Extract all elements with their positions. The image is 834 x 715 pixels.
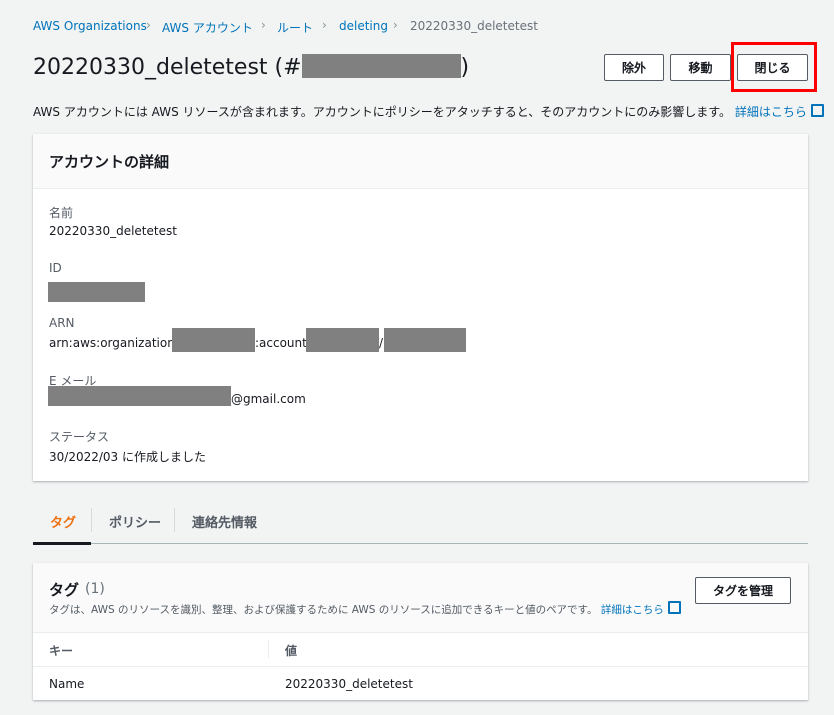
manage-tags-button[interactable]: タグを管理 <box>695 577 791 604</box>
active-tab-indicator <box>33 542 91 545</box>
tags-description: タグは、AWS のリソースを識別、整理、および保護するために AWS のリソース… <box>49 601 681 617</box>
breadcrumb-current: 20220330_deletetest <box>410 19 538 33</box>
redacted-arn-1 <box>172 328 255 352</box>
title-close-paren: ) <box>460 55 470 80</box>
title-text: 20220330_deletetest (# <box>33 55 302 80</box>
exclude-button[interactable]: 除外 <box>604 54 664 81</box>
card-title: アカウントの詳細 <box>49 153 170 171</box>
redacted-arn-3 <box>384 328 466 352</box>
table-header: キー 値 <box>33 633 808 667</box>
tags-learn-more-link[interactable]: 詳細はこちら <box>600 601 681 616</box>
learn-more-label: 詳細はこちら <box>734 105 807 119</box>
name-value: 20220330_deletetest <box>49 224 177 238</box>
move-button[interactable]: 移動 <box>670 54 731 81</box>
highlight-box <box>731 42 817 92</box>
chevron-right-icon: › <box>322 18 327 32</box>
tab-divider <box>174 508 175 532</box>
tags-learn-more-label: 詳細はこちら <box>600 604 664 616</box>
breadcrumb-accounts[interactable]: AWS アカウント <box>162 19 253 36</box>
tags-title: タグ <box>49 581 80 599</box>
redacted-arn-2 <box>306 328 379 352</box>
breadcrumb-organizations[interactable]: AWS Organizations <box>33 19 147 33</box>
status-value: 30/2022/03 に作成しました <box>49 450 206 464</box>
id-label: ID <box>49 261 62 275</box>
chevron-right-icon: › <box>261 18 266 32</box>
redacted-email <box>48 386 231 406</box>
tags-description-text: タグは、AWS のリソースを識別、整理、および保護するために AWS のリソース… <box>49 604 598 616</box>
status-label: ステータス <box>49 430 110 444</box>
column-value: 値 <box>285 644 298 658</box>
tag-value: 20220330_deletetest <box>285 677 413 691</box>
arn-label: ARN <box>49 316 75 330</box>
tags-card: タグ (1) タグは、AWS のリソースを識別、整理、および保護するために AW… <box>33 563 808 700</box>
breadcrumb-deleting[interactable]: deleting <box>339 19 388 33</box>
table-row: Name 20220330_deletetest <box>33 667 808 700</box>
tab-baseline <box>33 543 808 544</box>
name-label: 名前 <box>49 206 74 220</box>
redacted-id-value <box>48 282 145 302</box>
tags-header: タグ (1) タグは、AWS のリソースを識別、整理、および保護するために AW… <box>33 563 808 633</box>
tab-divider <box>91 508 92 532</box>
arn-prefix: arn:aws:organizations:: <box>49 336 190 350</box>
card-header: アカウントの詳細 <box>33 134 808 189</box>
page-title: 20220330_deletetest (#) <box>33 54 469 80</box>
external-link-icon <box>810 104 824 117</box>
learn-more-link[interactable]: 詳細はこちら <box>734 104 824 119</box>
column-key: キー <box>49 644 74 658</box>
tag-key: Name <box>49 677 85 691</box>
tab-policies[interactable]: ポリシー <box>109 512 161 531</box>
external-link-icon <box>667 601 681 614</box>
chevron-right-icon: › <box>393 18 398 32</box>
chevron-right-icon: › <box>146 18 151 32</box>
tags-count: (1) <box>85 581 105 597</box>
page-description: AWS アカウントには AWS リソースが含まれます。アカウントにポリシーをアタ… <box>33 103 824 120</box>
breadcrumb-root[interactable]: ルート <box>277 19 313 36</box>
arn-sep: / <box>379 336 384 350</box>
tab-tags[interactable]: タグ <box>50 512 76 531</box>
email-suffix: @gmail.com <box>231 392 306 406</box>
tab-contact-info[interactable]: 連絡先情報 <box>192 512 257 531</box>
description-text: AWS アカウントには AWS リソースが含まれます。アカウントにポリシーをアタ… <box>33 105 732 119</box>
account-details-card: アカウントの詳細 名前 20220330_deletetest ID ARN a… <box>33 134 808 481</box>
redacted-id <box>301 54 461 78</box>
column-divider <box>268 640 269 658</box>
